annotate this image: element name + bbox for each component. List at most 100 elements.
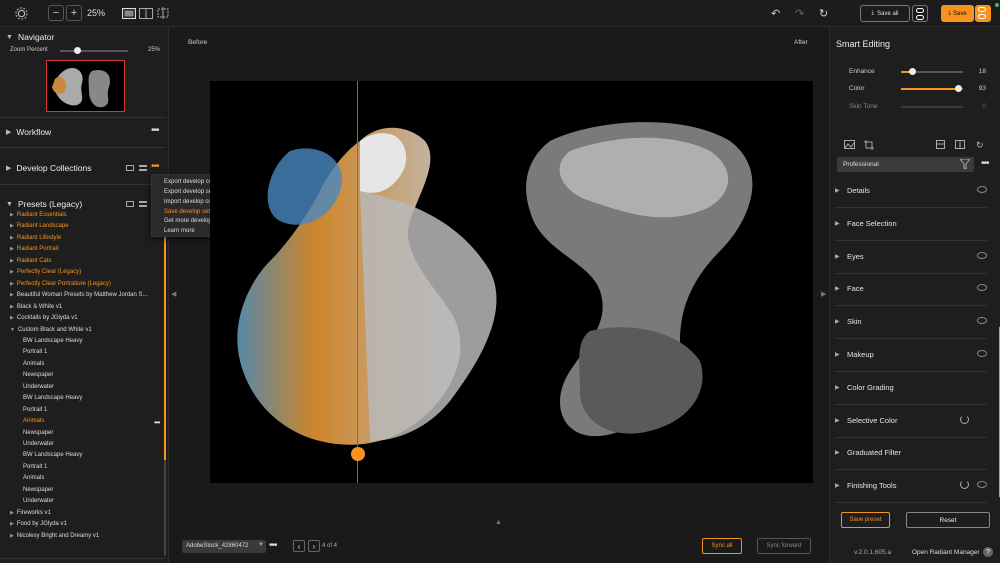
preset-item[interactable]: ▶ Cocktails by JGlyda v1	[10, 315, 78, 321]
zoom-slider-knob[interactable]	[73, 47, 81, 54]
preset-item[interactable]: BW Landscape Heavy	[23, 338, 82, 344]
preset-item[interactable]: ▶ Radiant Landscape	[10, 223, 69, 229]
visibility-eye-icon[interactable]	[977, 251, 987, 259]
zoom-out-button[interactable]: −	[48, 5, 64, 21]
category-details[interactable]: ▶ Details	[835, 175, 987, 208]
reset-button[interactable]: Reset	[906, 512, 990, 528]
category-face[interactable]: ▶ Face	[835, 273, 987, 307]
crop-view-icon[interactable]	[156, 5, 170, 21]
preset-item[interactable]: ▼ Custom Black and White v1	[10, 327, 92, 333]
grid-view-icon[interactable]	[126, 201, 134, 207]
visibility-eye-icon[interactable]	[977, 350, 987, 357]
sync-forward-button[interactable]: Sync forward	[757, 538, 811, 554]
divider-handle-icon[interactable]	[351, 447, 365, 461]
category-graduated-filter[interactable]: ▶ Graduated Filter	[835, 437, 987, 471]
file-selector[interactable]: AdobeStock_42860472	[182, 540, 266, 553]
preset-item[interactable]: Portrait 1	[23, 407, 47, 413]
preset-item[interactable]: ▶ Food by JGlyda v1	[10, 521, 67, 527]
workflow-more-icon[interactable]: •••	[151, 125, 159, 136]
grid-view-icon[interactable]	[126, 165, 134, 171]
file-dropdown-icon[interactable]: ▼	[258, 542, 264, 548]
preset-item[interactable]: Underwater	[23, 498, 54, 504]
preset-item[interactable]: Animals	[23, 475, 44, 481]
preset-item[interactable]: Underwater	[23, 384, 54, 390]
before-after-divider[interactable]	[357, 81, 358, 483]
list-view-icon[interactable]	[139, 165, 147, 171]
reset-icon[interactable]	[960, 414, 969, 424]
undo-icon[interactable]: ↶	[771, 5, 780, 21]
preset-item[interactable]: Underwater	[23, 441, 54, 447]
preset-item[interactable]: ▶ Perfectly Clear Portraiture (Legacy)	[10, 281, 111, 287]
preset-item[interactable]: ▶ Fireworks v1	[10, 510, 51, 516]
single-view-icon[interactable]	[122, 5, 136, 21]
preset-item[interactable]: Newspaper	[23, 372, 53, 378]
category-makeup[interactable]: ▶ Makeup	[835, 339, 987, 372]
skin-tone-slider-track[interactable]	[901, 106, 963, 108]
preset-item[interactable]: Animals	[23, 361, 44, 367]
preset-item[interactable]: ▶ Nicolesy Bright and Dreamy v1	[10, 533, 99, 539]
category-finishing-tools[interactable]: ▶ Finishing Tools	[835, 470, 987, 504]
preset-item[interactable]: ▶ Radiant Portrait	[10, 246, 59, 252]
refresh-icon[interactable]: ↻	[819, 5, 828, 21]
preset-item[interactable]: ▶ Radiant Cats	[10, 258, 52, 264]
next-image-button[interactable]: ›	[308, 540, 320, 552]
visibility-eye-icon[interactable]	[977, 186, 987, 193]
category-skin[interactable]: ▶ Skin	[835, 306, 987, 340]
collapse-left-arrow-icon[interactable]: ◀	[171, 290, 176, 298]
navigator-header[interactable]: ▼ Navigator	[6, 32, 54, 42]
image-icon[interactable]	[844, 140, 855, 151]
profile-more-icon[interactable]: •••	[981, 158, 989, 169]
split-view-icon[interactable]	[139, 5, 153, 21]
preset-item[interactable]: BW Landscape Heavy	[23, 395, 82, 401]
reset-icon[interactable]	[960, 480, 969, 490]
zoom-in-button[interactable]: +	[66, 5, 82, 21]
save-all-button[interactable]: ⤓ Save all	[860, 5, 910, 22]
reset-all-icon[interactable]: ↻	[976, 140, 984, 151]
prev-image-button[interactable]: ‹	[293, 540, 305, 552]
image-canvas[interactable]	[210, 81, 813, 483]
filter-icon[interactable]	[958, 158, 972, 171]
panel-layout-icon[interactable]	[936, 140, 945, 151]
open-radiant-manager-link[interactable]: Open Radiant Manager	[912, 549, 980, 556]
preset-item[interactable]: ▶ Perfectly Clear (Legacy)	[10, 269, 81, 275]
help-icon[interactable]: ?	[983, 547, 993, 557]
category-face-selection[interactable]: ▶ Face Selection	[835, 208, 987, 241]
develop-collections-header[interactable]: ▶ Develop Collections	[6, 163, 92, 173]
filmstrip-toggle-icon[interactable]: ▲	[495, 519, 502, 526]
save-options-toggle[interactable]	[975, 5, 991, 22]
presets-header[interactable]: ▼ Presets (Legacy)	[6, 199, 82, 209]
preset-item[interactable]: Portrait 1	[23, 349, 47, 355]
preset-item[interactable]: Newspaper	[23, 430, 53, 436]
sync-all-button[interactable]: Sync all	[702, 538, 742, 554]
presets-scrollbar-track[interactable]	[164, 460, 166, 556]
preset-item[interactable]: ▶ Black & White v1	[10, 304, 62, 310]
save-button[interactable]: ⤓ Save	[941, 5, 974, 22]
compare-icon[interactable]	[955, 140, 965, 151]
visibility-eye-icon[interactable]	[977, 284, 987, 292]
settings-gear-icon[interactable]	[15, 5, 28, 21]
crop-icon[interactable]	[864, 140, 874, 152]
preset-item[interactable]: BW Landscape Heavy	[23, 452, 82, 458]
preset-item[interactable]: ▶ Radiant Essentials	[10, 212, 67, 218]
profile-select[interactable]: Professional	[837, 157, 974, 172]
zoom-slider-track[interactable]	[60, 50, 128, 52]
save-preset-button[interactable]: Save preset	[841, 512, 890, 528]
preset-item[interactable]: Animals	[23, 418, 44, 424]
save-all-options-toggle[interactable]	[912, 5, 928, 22]
category-selective-color[interactable]: ▶ Selective Color	[835, 405, 987, 438]
preset-item-more-icon[interactable]: •••	[154, 418, 160, 427]
category-eyes[interactable]: ▶ Eyes	[835, 241, 987, 274]
menu-item-learn-more[interactable]: Learn more	[164, 228, 195, 234]
visibility-eye-icon[interactable]	[977, 481, 987, 489]
visibility-eye-icon[interactable]	[977, 317, 987, 325]
preset-item[interactable]: ▶ Beautiful Woman Presets by Matthew Jord…	[10, 292, 147, 298]
list-view-icon[interactable]	[139, 201, 147, 207]
workflow-header[interactable]: ▶ Workflow	[6, 127, 51, 137]
enhance-slider-knob[interactable]	[908, 68, 916, 75]
navigator-thumbnail[interactable]	[46, 60, 125, 112]
preset-item[interactable]: Newspaper	[23, 487, 53, 493]
redo-icon[interactable]: ↷	[795, 5, 804, 21]
category-color-grading[interactable]: ▶ Color Grading	[835, 372, 987, 405]
collapse-right-arrow-icon[interactable]: ▶	[821, 290, 826, 298]
preset-item[interactable]: ▶ Radiant Lifestyle	[10, 235, 61, 241]
